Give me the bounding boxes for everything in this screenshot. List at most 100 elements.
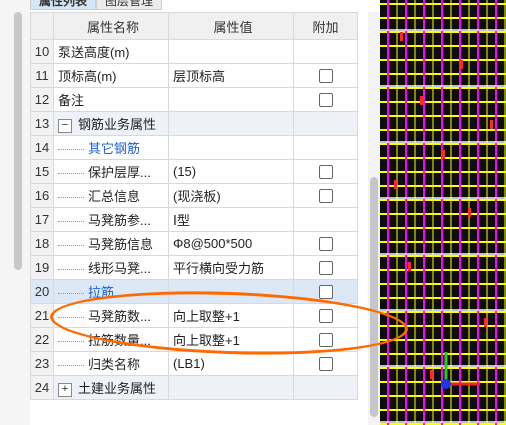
extra-checkbox[interactable]: [318, 165, 333, 180]
property-name-cell[interactable]: 备注: [53, 87, 169, 112]
row-number: 18: [30, 231, 54, 256]
property-name-cell[interactable]: 汇总信息: [53, 183, 169, 208]
table-row[interactable]: 24 + 土建业务属性: [30, 375, 358, 400]
row-number: 16: [30, 183, 54, 208]
property-value-cell[interactable]: (LB1): [168, 351, 294, 376]
property-name-cell[interactable]: 线形马凳...: [53, 255, 169, 280]
property-name: 拉筋: [88, 285, 115, 300]
row-number: 19: [30, 255, 54, 280]
row-number: 12: [30, 87, 54, 112]
property-value-cell[interactable]: 层顶标高: [168, 63, 294, 88]
property-name-cell[interactable]: 拉筋: [53, 279, 169, 304]
property-name-cell[interactable]: 归类名称: [53, 351, 169, 376]
property-value-cell[interactable]: 向上取整+1: [168, 303, 294, 328]
property-value-cell[interactable]: Φ8@500*500: [168, 231, 294, 256]
property-value-cell[interactable]: [168, 111, 294, 136]
left-dock-strip: [0, 0, 30, 425]
rebar-marker: [430, 370, 433, 379]
tab-property-list[interactable]: 属性列表: [30, 0, 97, 10]
property-name: 马凳筋数...: [88, 309, 151, 324]
table-scrollbar-thumb[interactable]: [370, 177, 378, 417]
table-row[interactable]: 17 马凳筋参... Ⅰ型: [30, 207, 358, 232]
property-name-cell[interactable]: 马凳筋参...: [53, 207, 169, 232]
extra-checkbox[interactable]: [318, 237, 333, 252]
row-number: 15: [30, 159, 54, 184]
header-value: 属性值: [168, 12, 294, 40]
property-name-cell[interactable]: − 钢筋业务属性: [53, 111, 169, 136]
property-value-cell[interactable]: Ⅰ型: [168, 207, 294, 232]
property-name-cell[interactable]: 马凳筋信息: [53, 231, 169, 256]
table-row[interactable]: 21 马凳筋数... 向上取整+1: [30, 303, 358, 328]
row-number: 17: [30, 207, 54, 232]
property-name-cell[interactable]: 马凳筋数...: [53, 303, 169, 328]
property-value-cell[interactable]: [168, 279, 294, 304]
property-value-cell[interactable]: 平行横向受力筋: [168, 255, 294, 280]
property-name-cell[interactable]: 泵送高度(m): [53, 39, 169, 64]
extra-cell: [293, 375, 358, 400]
table-row[interactable]: 13− 钢筋业务属性: [30, 111, 358, 136]
property-name-cell[interactable]: 拉筋数量...: [53, 327, 169, 352]
property-value-cell[interactable]: [168, 87, 294, 112]
extra-cell: [293, 183, 358, 208]
tree-branch-line: [58, 341, 84, 343]
property-value-cell[interactable]: (15): [168, 159, 294, 184]
property-name-cell[interactable]: 顶标高(m): [53, 63, 169, 88]
extra-cell: [293, 39, 358, 64]
table-header: 属性名称 属性值 附加: [30, 12, 358, 40]
tree-branch-line: [58, 317, 84, 319]
property-value-cell[interactable]: (现浇板): [168, 183, 294, 208]
property-name: 线形马凳...: [88, 261, 151, 276]
property-name: 保护层厚...: [88, 165, 151, 180]
property-name-cell[interactable]: + 土建业务属性: [53, 375, 169, 400]
table-row[interactable]: 12 备注: [30, 87, 358, 112]
property-panel: 属性列表 图层管理 属性名称 属性值 附加 10 泵送高度(m) 11 顶标高(m) 层…: [30, 0, 380, 425]
table-row[interactable]: 19 线形马凳... 平行横向受力筋: [30, 255, 358, 280]
extra-checkbox[interactable]: [318, 93, 333, 108]
table-row[interactable]: 14 其它钢筋: [30, 135, 358, 160]
extra-cell: [293, 327, 358, 352]
row-number: 20: [30, 279, 54, 304]
table-row[interactable]: 16 汇总信息 (现浇板): [30, 183, 358, 208]
extra-cell: [293, 231, 358, 256]
table-row[interactable]: 20 拉筋: [30, 279, 358, 304]
extra-cell: [293, 63, 358, 88]
property-name-cell[interactable]: 其它钢筋: [53, 135, 169, 160]
drawing-canvas[interactable]: [380, 0, 506, 425]
property-value-cell[interactable]: [168, 375, 294, 400]
table-row[interactable]: 11 顶标高(m) 层顶标高: [30, 63, 358, 88]
extra-checkbox[interactable]: [318, 333, 333, 348]
table-row[interactable]: 10 泵送高度(m): [30, 39, 358, 64]
extra-checkbox[interactable]: [318, 261, 333, 276]
table-row[interactable]: 23 归类名称 (LB1): [30, 351, 358, 376]
extra-checkbox[interactable]: [318, 69, 333, 84]
left-scrollbar[interactable]: [14, 12, 22, 270]
extra-cell: [293, 87, 358, 112]
property-table: 属性名称 属性值 附加 10 泵送高度(m) 11 顶标高(m) 层顶标高 12 备注 13−…: [30, 12, 358, 400]
rebar-marker: [468, 208, 471, 217]
property-name-cell[interactable]: 保护层厚...: [53, 159, 169, 184]
table-row[interactable]: 22 拉筋数量... 向上取整+1: [30, 327, 358, 352]
property-name: 备注: [58, 93, 85, 108]
tree-branch-line: [58, 293, 84, 295]
tree-branch-line: [58, 197, 84, 199]
extra-checkbox[interactable]: [318, 309, 333, 324]
property-value-cell[interactable]: [168, 135, 294, 160]
extra-checkbox[interactable]: [318, 357, 333, 372]
extra-checkbox[interactable]: [318, 189, 333, 204]
table-row[interactable]: 15 保护层厚... (15): [30, 159, 358, 184]
tree-branch-line: [58, 173, 84, 175]
property-value-cell[interactable]: 向上取整+1: [168, 327, 294, 352]
tab-layer-management[interactable]: 图层管理: [96, 0, 163, 10]
collapse-icon[interactable]: −: [58, 118, 72, 133]
expand-icon[interactable]: +: [58, 382, 72, 397]
property-name: 归类名称: [88, 357, 141, 372]
property-value-cell[interactable]: [168, 39, 294, 64]
header-extra: 附加: [293, 12, 358, 40]
rebar-marker: [442, 150, 445, 159]
row-number: 13: [30, 111, 54, 136]
extra-checkbox[interactable]: [318, 285, 333, 300]
table-row[interactable]: 18 马凳筋信息 Φ8@500*500: [30, 231, 358, 256]
property-name: 钢筋业务属性: [78, 117, 157, 132]
property-name: 拉筋数量...: [88, 333, 151, 348]
table-scrollbar[interactable]: [368, 12, 380, 425]
